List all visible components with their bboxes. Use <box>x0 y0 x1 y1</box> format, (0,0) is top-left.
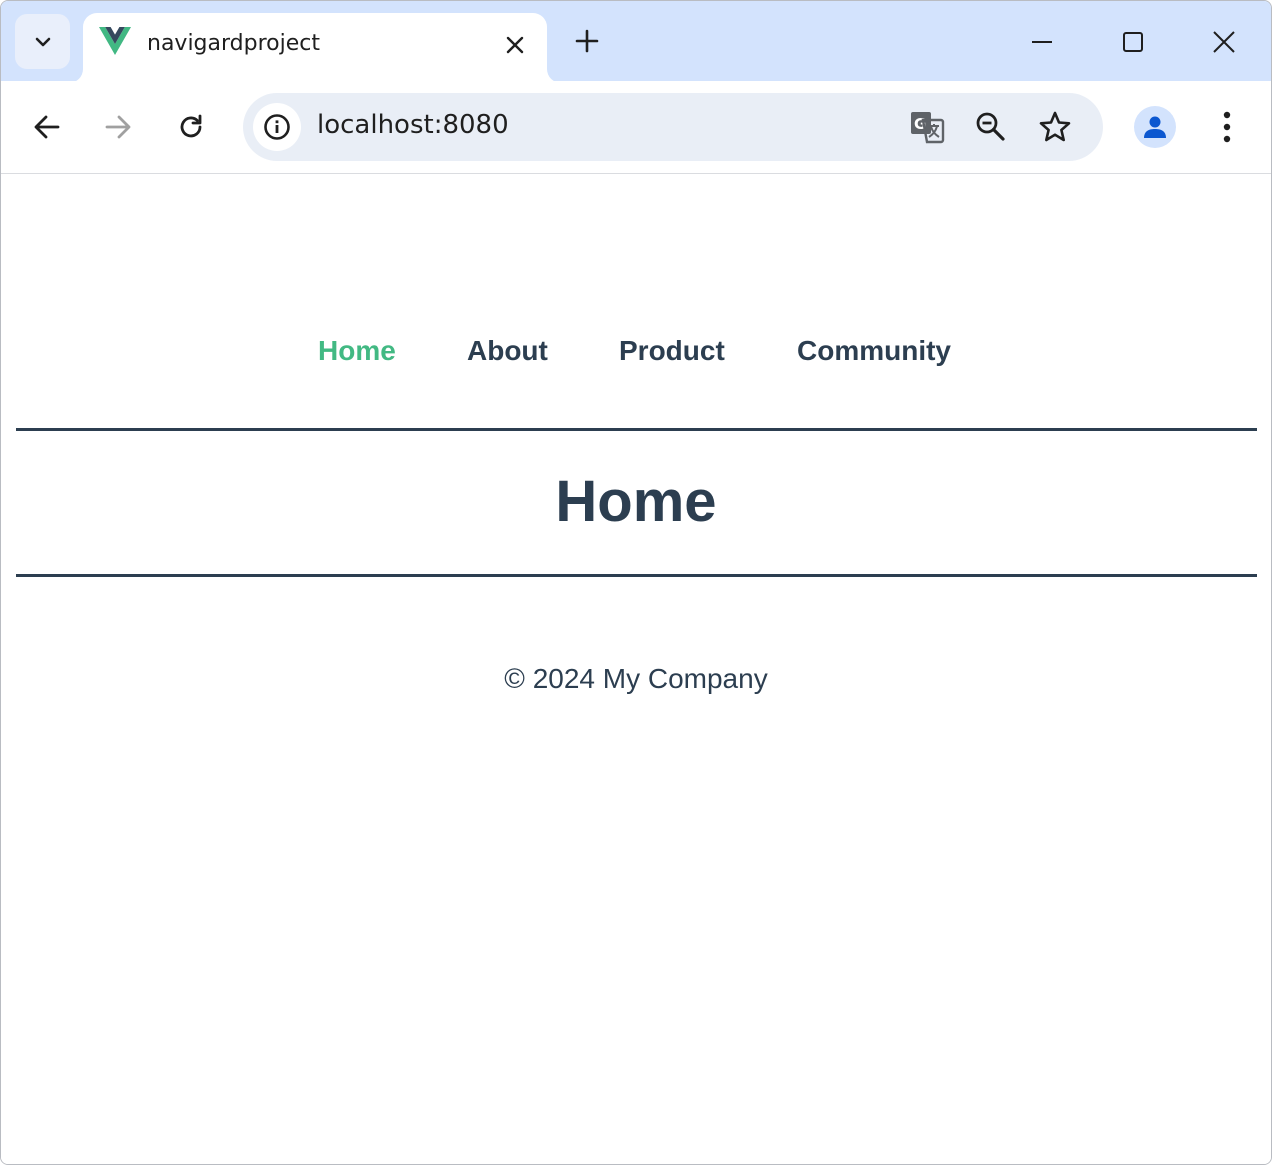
tab-search-button[interactable] <box>15 14 70 69</box>
plus-icon <box>575 29 599 53</box>
url-text[interactable]: localhost:8080 <box>317 110 509 140</box>
browser-toolbar: localhost:8080 G <box>1 81 1271 174</box>
address-bar[interactable]: localhost:8080 G <box>243 93 1103 161</box>
browser-tab[interactable]: navigardproject <box>83 13 547 83</box>
avatar-icon <box>1144 116 1166 138</box>
back-button[interactable] <box>23 103 71 151</box>
footer-divider <box>16 574 1257 577</box>
maximize-button[interactable] <box>1110 19 1156 65</box>
close-icon <box>1213 31 1235 53</box>
star-icon <box>1039 111 1071 142</box>
tab-strip: navigardproject <box>1 1 1271 83</box>
reload-icon <box>180 114 202 138</box>
nav-link-product[interactable]: Product <box>619 335 725 367</box>
site-nav: Home About Product Community <box>1 335 1271 371</box>
arrow-right-icon <box>105 115 131 139</box>
browser-window: navigardproject localhost:8080 G Home Ab… <box>0 0 1272 1165</box>
page-title: Home <box>555 469 717 534</box>
vue-logo-icon <box>99 27 131 55</box>
minimize-icon <box>1032 41 1052 43</box>
tab-close-button[interactable] <box>499 29 531 61</box>
window-close-button[interactable] <box>1201 19 1247 65</box>
tab-title: navigardproject <box>147 31 320 56</box>
close-icon <box>506 36 524 54</box>
zoom-out-icon <box>976 112 1005 141</box>
header-divider <box>16 428 1257 431</box>
page-viewport: Home About Product Community Home © 2024… <box>1 175 1271 1164</box>
nav-link-community[interactable]: Community <box>797 335 951 367</box>
maximize-icon <box>1123 32 1143 52</box>
translate-icon: G <box>911 112 945 144</box>
forward-button[interactable] <box>94 103 142 151</box>
more-vert-icon <box>1223 111 1231 143</box>
zoom-button[interactable] <box>969 105 1013 149</box>
nav-link-home[interactable]: Home <box>318 335 396 367</box>
arrow-left-icon <box>34 115 60 139</box>
profile-button[interactable] <box>1134 106 1176 148</box>
bookmark-button[interactable] <box>1033 105 1077 149</box>
info-icon <box>264 114 290 140</box>
site-info-button[interactable] <box>253 103 301 151</box>
translate-button[interactable]: G <box>905 105 949 149</box>
browser-menu-button[interactable] <box>1205 103 1249 151</box>
chevron-down-icon <box>35 37 50 46</box>
footer-copyright: © 2024 My Company <box>504 663 768 694</box>
nav-link-about[interactable]: About <box>467 335 548 367</box>
reload-button[interactable] <box>167 103 215 151</box>
new-tab-button[interactable] <box>567 21 607 61</box>
minimize-button[interactable] <box>1019 19 1065 65</box>
